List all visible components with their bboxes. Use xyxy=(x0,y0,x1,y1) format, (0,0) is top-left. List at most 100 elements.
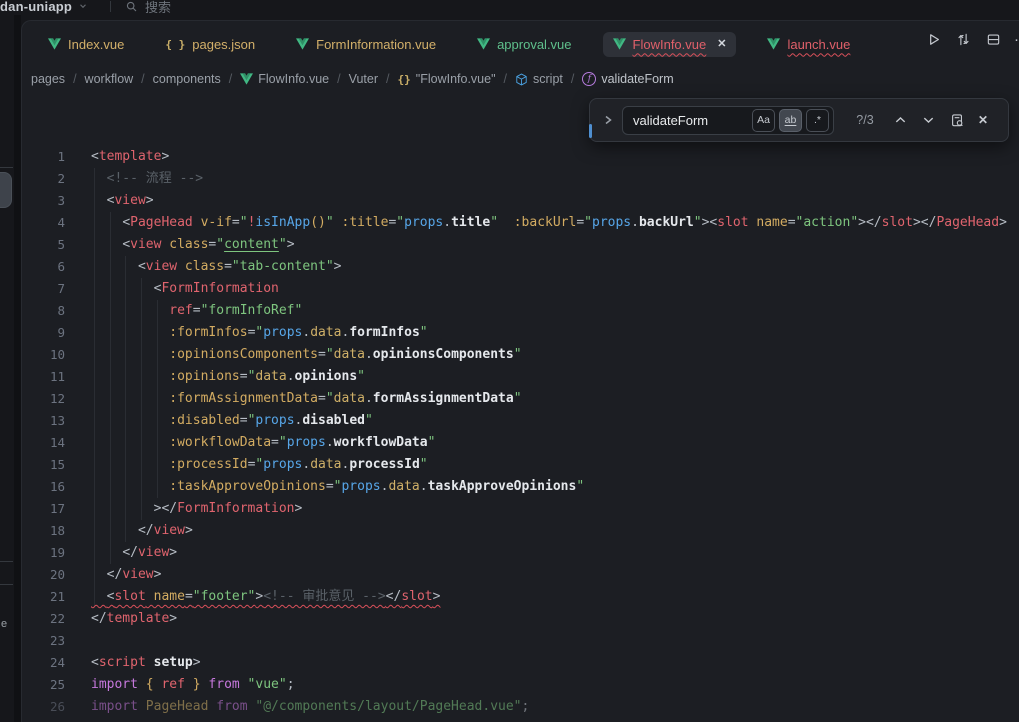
code-text: </view> xyxy=(91,520,193,542)
code-line[interactable]: 11 :opinions="data.opinions" xyxy=(22,366,1019,388)
code-line[interactable]: 10 :opinionsComponents="data.opinionsCom… xyxy=(22,344,1019,366)
code-line[interactable]: 1<template> xyxy=(22,146,1019,168)
code-line[interactable]: 7 <FormInformation xyxy=(22,278,1019,300)
line-number[interactable]: 15 xyxy=(22,454,65,476)
line-number[interactable]: 18 xyxy=(22,520,65,542)
find-expand-button[interactable] xyxy=(600,114,616,126)
line-number[interactable]: 23 xyxy=(22,630,65,652)
line-number[interactable]: 13 xyxy=(22,410,65,432)
line-number[interactable]: 16 xyxy=(22,476,65,498)
match-case-button[interactable]: Aa xyxy=(752,109,775,132)
line-number[interactable]: 5 xyxy=(22,234,65,256)
code-line[interactable]: 17 ></FormInformation> xyxy=(22,498,1019,520)
split-editor-button[interactable] xyxy=(985,31,1001,47)
tab-forminformation-vue[interactable]: FormInformation.vue xyxy=(286,32,446,57)
line-number[interactable]: 8 xyxy=(22,300,65,322)
code-line[interactable]: 2 <!-- 流程 --> xyxy=(22,168,1019,190)
line-number[interactable]: 26 xyxy=(22,696,65,718)
line-number[interactable]: 4 xyxy=(22,212,65,234)
code-line[interactable]: 24 <script setup> xyxy=(22,652,1019,674)
tab-pages-json[interactable]: { }pages.json xyxy=(155,32,265,57)
code-line[interactable]: 23 xyxy=(22,630,1019,652)
code-line[interactable]: 14 :workflowData="props.workflowData" xyxy=(22,432,1019,454)
line-number[interactable]: 24 xyxy=(22,652,65,674)
code-line[interactable]: 13 :disabled="props.disabled" xyxy=(22,410,1019,432)
run-button[interactable] xyxy=(925,31,941,47)
whole-word-button[interactable]: ab xyxy=(779,109,802,132)
code-line[interactable]: 4 <PageHead v-if="!isInApp()" :title="pr… xyxy=(22,212,1019,234)
regex-button[interactable]: .* xyxy=(806,109,829,132)
braces-icon: {} xyxy=(398,73,411,86)
code-line[interactable]: 3 <view> xyxy=(22,190,1019,212)
more-actions-button[interactable]: ··· xyxy=(1015,31,1019,47)
tab-flowinfo-vue[interactable]: FlowInfo.vue✕ xyxy=(603,32,737,57)
breadcrumb-item-vuter[interactable]: Vuter xyxy=(349,72,378,86)
tab-launch-vue[interactable]: launch.vue xyxy=(757,32,860,57)
code-text: :disabled="props.disabled" xyxy=(91,410,373,432)
find-in-selection-button[interactable] xyxy=(950,113,965,128)
code-line[interactable]: 9 :formInfos="props.data.formInfos" xyxy=(22,322,1019,344)
line-number[interactable]: 10 xyxy=(22,344,65,366)
global-search-box[interactable]: 搜索 xyxy=(125,0,171,15)
line-number[interactable]: 25 xyxy=(22,674,65,696)
code-line[interactable]: 25import { ref } from "vue"; xyxy=(22,674,1019,696)
line-number[interactable]: 6 xyxy=(22,256,65,278)
line-number[interactable]: 3 xyxy=(22,190,65,212)
code-line[interactable]: 18 </view> xyxy=(22,520,1019,542)
breadcrumb-item-validateform[interactable]: fvalidateForm xyxy=(582,72,673,86)
breadcrumb-separator: / xyxy=(73,72,76,86)
code-line[interactable]: 12 :formAssignmentData="data.formAssignm… xyxy=(22,388,1019,410)
code-text: <FormInformation xyxy=(91,278,279,300)
sidebar-handle[interactable] xyxy=(0,172,12,208)
compare-button[interactable] xyxy=(955,31,971,47)
line-number[interactable]: 7 xyxy=(22,278,65,300)
code-line[interactable]: 15 :processId="props.data.processId" xyxy=(22,454,1019,476)
compare-icon xyxy=(956,32,971,47)
breadcrumb-item-workflow[interactable]: workflow xyxy=(85,72,134,86)
code-line[interactable]: 22</template> xyxy=(22,608,1019,630)
breadcrumb-separator: / xyxy=(141,72,144,86)
tab-close-button[interactable]: ✕ xyxy=(717,39,726,50)
find-input[interactable] xyxy=(633,113,748,128)
tab-index-vue[interactable]: Index.vue xyxy=(38,32,134,57)
rail-divider xyxy=(0,584,13,585)
breadcrumb-item-flowinfovue[interactable]: {}"FlowInfo.vue" xyxy=(398,72,496,86)
breadcrumb-item-components[interactable]: components xyxy=(153,72,221,86)
code-area[interactable]: 1<template>2 <!-- 流程 -->3 <view>4 <PageH… xyxy=(22,146,1019,718)
project-selector[interactable]: dan-uniapp xyxy=(0,0,72,14)
line-number[interactable]: 19 xyxy=(22,542,65,564)
line-number[interactable]: 2 xyxy=(22,168,65,190)
code-line[interactable]: 8 ref="formInfoRef" xyxy=(22,300,1019,322)
code-line[interactable]: 20 </view> xyxy=(22,564,1019,586)
code-line[interactable]: 5 <view class="content"> xyxy=(22,234,1019,256)
line-number[interactable]: 9 xyxy=(22,322,65,344)
breadcrumb-item-flowinfovue[interactable]: FlowInfo.vue xyxy=(240,72,329,86)
tab-approval-vue[interactable]: approval.vue xyxy=(467,32,581,57)
vue-icon xyxy=(477,38,490,50)
breadcrumb-item-script[interactable]: script xyxy=(515,72,563,86)
tab-actions: ··· xyxy=(925,31,1019,47)
line-number[interactable]: 20 xyxy=(22,564,65,586)
line-number[interactable]: 11 xyxy=(22,366,65,388)
find-next-button[interactable] xyxy=(922,115,935,125)
code-line[interactable]: 19 </view> xyxy=(22,542,1019,564)
breadcrumb-item-pages[interactable]: pages xyxy=(31,72,65,86)
code-line[interactable]: 26import PageHead from "@/components/lay… xyxy=(22,696,1019,718)
code-text: </view> xyxy=(91,564,161,586)
code-line[interactable]: 6 <view class="tab-content"> xyxy=(22,256,1019,278)
line-number[interactable]: 21 xyxy=(22,586,65,608)
find-resize-sash[interactable] xyxy=(589,124,592,138)
braces-icon: { } xyxy=(165,38,185,51)
line-number[interactable]: 17 xyxy=(22,498,65,520)
line-number[interactable]: 12 xyxy=(22,388,65,410)
tab-label: launch.vue xyxy=(787,37,850,52)
code-line[interactable]: 16 :taskApproveOpinions="props.data.task… xyxy=(22,476,1019,498)
find-prev-button[interactable] xyxy=(894,115,907,125)
find-close-button[interactable]: ✕ xyxy=(978,113,988,127)
line-number[interactable]: 22 xyxy=(22,608,65,630)
line-number[interactable]: 1 xyxy=(22,146,65,168)
app-window: dan-uniapp 搜索 e Index.vue{ }pages.jsonFo… xyxy=(0,0,1019,722)
code-text: <script setup> xyxy=(91,652,201,674)
code-line[interactable]: 21 <slot name="footer"><!-- 审批意见 --></sl… xyxy=(22,586,1019,608)
line-number[interactable]: 14 xyxy=(22,432,65,454)
